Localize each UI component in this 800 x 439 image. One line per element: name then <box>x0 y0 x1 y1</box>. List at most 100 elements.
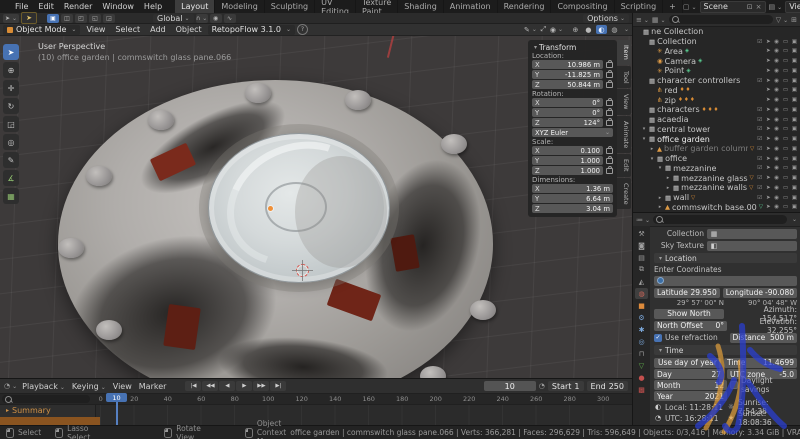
editor-clock-icon[interactable]: ◔⌄ <box>4 382 17 390</box>
lock-icon[interactable] <box>606 158 613 164</box>
next-keyframe-button[interactable]: ▶▶ <box>253 381 269 391</box>
tab-animate[interactable]: Animate <box>617 116 631 153</box>
outliner-row-central-tower[interactable]: ▾▦central tower☑ ➤ ◉ ▭ ▣ <box>633 125 800 135</box>
scale-x-field[interactable]: X0.100 <box>532 146 603 155</box>
jump-to-end-button[interactable]: ▶| <box>270 381 286 391</box>
shading-wireframe-icon[interactable]: ⊕ <box>570 25 581 34</box>
annotate-tool[interactable]: ✎ <box>3 152 19 168</box>
tab-modeling[interactable]: Modeling <box>215 0 264 13</box>
tab-sculpting[interactable]: Sculpting <box>265 0 315 13</box>
current-frame-indicator[interactable]: 10 <box>106 393 127 402</box>
scale-y-field[interactable]: Y1.000 <box>532 156 603 165</box>
tab-modifiers-icon[interactable]: ⚙ <box>635 312 648 323</box>
timeline-track-area[interactable]: ▸Summary <box>0 405 632 427</box>
lock-icon[interactable] <box>606 148 613 154</box>
menu-window[interactable]: Window <box>97 2 139 11</box>
outliner-row-acaedia[interactable]: ▦acaedia☑ ➤ ◉ ▭ ▣ <box>633 115 800 125</box>
shading-dropdown-icon[interactable]: ⌄ <box>624 26 629 33</box>
longitude-field[interactable]: Longitude-90.080 <box>723 288 797 298</box>
display-mode-icon[interactable]: ▦⌄ <box>652 16 666 24</box>
rotate-tool[interactable]: ↻ <box>3 98 19 114</box>
show-north-button[interactable]: Show North <box>654 309 724 319</box>
view-layer-icon[interactable]: ▤⌄ <box>769 3 783 11</box>
add-cube-tool[interactable]: ▦ <box>3 188 19 204</box>
outliner-row-character-controllers[interactable]: ▦character controllers☑ ➤ ◉ ▭ ▣ <box>633 76 800 86</box>
menu-file[interactable]: File <box>10 2 33 11</box>
location-z-field[interactable]: Z50.844 m <box>532 80 603 89</box>
menu-help[interactable]: Help <box>139 2 167 11</box>
tab-view-layer-icon[interactable]: ⧉ <box>635 264 648 275</box>
scale-tool[interactable]: ◲ <box>3 116 19 132</box>
lock-icon[interactable] <box>606 168 613 174</box>
select-mode-2-icon[interactable]: ◫ <box>61 14 73 23</box>
glass-dome[interactable] <box>208 133 390 283</box>
timeline-ruler[interactable]: 0204060801001201401601802002202402602803… <box>0 394 632 405</box>
rotation-z-field[interactable]: Z124° <box>532 118 603 127</box>
rotation-y-field[interactable]: Y0° <box>532 108 603 117</box>
outliner-row-area[interactable]: ✳Area◈➤ ◉ ▭ ▣ <box>633 47 800 57</box>
prev-keyframe-button[interactable]: ◀◀ <box>202 381 218 391</box>
jump-to-start-button[interactable]: |◀ <box>185 381 201 391</box>
tab-world-icon[interactable]: ◍ <box>635 288 648 299</box>
panel-title[interactable]: Transform <box>539 43 576 52</box>
lock-icon[interactable] <box>606 72 613 78</box>
copy-icon[interactable]: ⊡ <box>747 3 753 11</box>
select-mode-3-icon[interactable]: ◰ <box>75 14 87 23</box>
tab-animation[interactable]: Animation <box>444 0 498 13</box>
tab-create[interactable]: Create <box>617 178 631 210</box>
menu-select[interactable]: Select <box>111 25 144 34</box>
close-icon[interactable]: × <box>756 3 762 11</box>
scene-icon[interactable]: ▢⌄ <box>683 3 697 11</box>
tab-physics-icon[interactable]: ◎ <box>635 336 648 347</box>
time-panel-header[interactable]: ▾Time <box>654 345 797 355</box>
location-y-field[interactable]: Y-11.825 m <box>532 70 603 79</box>
menu-render[interactable]: Render <box>59 2 97 11</box>
tab-texture-icon[interactable]: ▩ <box>635 384 648 395</box>
options-chevron-icon[interactable]: ⌄ <box>792 216 797 223</box>
tab-tool-icon[interactable]: ⚒ <box>635 228 648 239</box>
tab-scene-icon[interactable]: ◭ <box>635 276 648 287</box>
snap-magnet-icon[interactable]: ∩⌄ <box>196 14 208 23</box>
outliner-row-mezzanine-walls[interactable]: ▸▦mezzanine walls▽☑ ➤ ◉ ▭ ▣ <box>633 183 800 193</box>
3d-viewport[interactable]: User Perspective (10) office garden | co… <box>0 36 632 378</box>
select-tool-icon[interactable]: ➤ <box>21 12 37 24</box>
tab-uv-editing[interactable]: UV Editing <box>315 0 356 13</box>
tab-particles-icon[interactable]: ✱ <box>635 324 648 335</box>
scale-z-field[interactable]: Z1.000 <box>532 166 603 175</box>
distance-field[interactable]: Distance500 m <box>730 333 798 343</box>
select-mode-1-icon[interactable]: ▣ <box>47 14 59 23</box>
north-offset-field[interactable]: North Offset0° <box>654 321 727 331</box>
shading-solid-icon[interactable]: ● <box>583 25 594 34</box>
lock-icon[interactable] <box>606 100 613 106</box>
menu-marker[interactable]: Marker <box>137 382 169 391</box>
building-ring[interactable] <box>58 80 493 378</box>
scene-selector[interactable]: Scene ⊡ × <box>700 1 766 13</box>
outliner-row-camera[interactable]: ◉Camera◈➤ ◉ ▭ ▣ <box>633 56 800 66</box>
location-x-field[interactable]: X10.986 m <box>532 60 603 69</box>
outliner-row-characters[interactable]: ▦characters♦♦♦☑ ➤ ◉ ▭ ▣ <box>633 105 800 115</box>
menu-playback[interactable]: Playback⌄ <box>20 382 67 391</box>
new-collection-icon[interactable]: ⊞ <box>791 16 797 24</box>
tab-compositing[interactable]: Compositing <box>551 0 614 13</box>
outliner-row-mezzanine[interactable]: ▾▦mezzanine☑ ➤ ◉ ▭ ▣ <box>633 164 800 174</box>
move-tool[interactable]: ✛ <box>3 80 19 96</box>
proportional-edit-icon[interactable]: ◉ <box>210 14 222 23</box>
tab-view[interactable]: View <box>617 89 631 114</box>
day-field[interactable]: Day27 <box>654 369 724 379</box>
dim-y-field[interactable]: Y6.64 m <box>532 194 613 203</box>
tab-data-icon[interactable]: ▽ <box>635 360 648 371</box>
tab-scripting[interactable]: Scripting <box>615 0 664 13</box>
properties-search-input[interactable] <box>653 215 787 224</box>
lock-icon[interactable] <box>606 82 613 88</box>
outliner-row-collection[interactable]: ▦Collection☑ ➤ ◉ ▭ ▣ <box>633 37 800 47</box>
rotation-x-field[interactable]: X0° <box>532 98 603 107</box>
outliner-row-scene-collection[interactable]: ▦ne Collection <box>633 27 800 37</box>
select-box-tool[interactable]: ➤ <box>3 44 19 60</box>
tab-rendering[interactable]: Rendering <box>498 0 552 13</box>
shading-material-icon[interactable]: ◐ <box>596 25 607 34</box>
measure-tool[interactable]: ∡ <box>3 170 19 186</box>
annotate-dropdown-icon[interactable]: ✎⌄ <box>525 25 536 34</box>
tab-tool[interactable]: Tool <box>617 66 631 89</box>
use-refraction-checkbox[interactable]: ✓ <box>654 334 662 342</box>
outliner-row-office[interactable]: ▾▦office☑ ➤ ◉ ▭ ▣ <box>633 154 800 164</box>
